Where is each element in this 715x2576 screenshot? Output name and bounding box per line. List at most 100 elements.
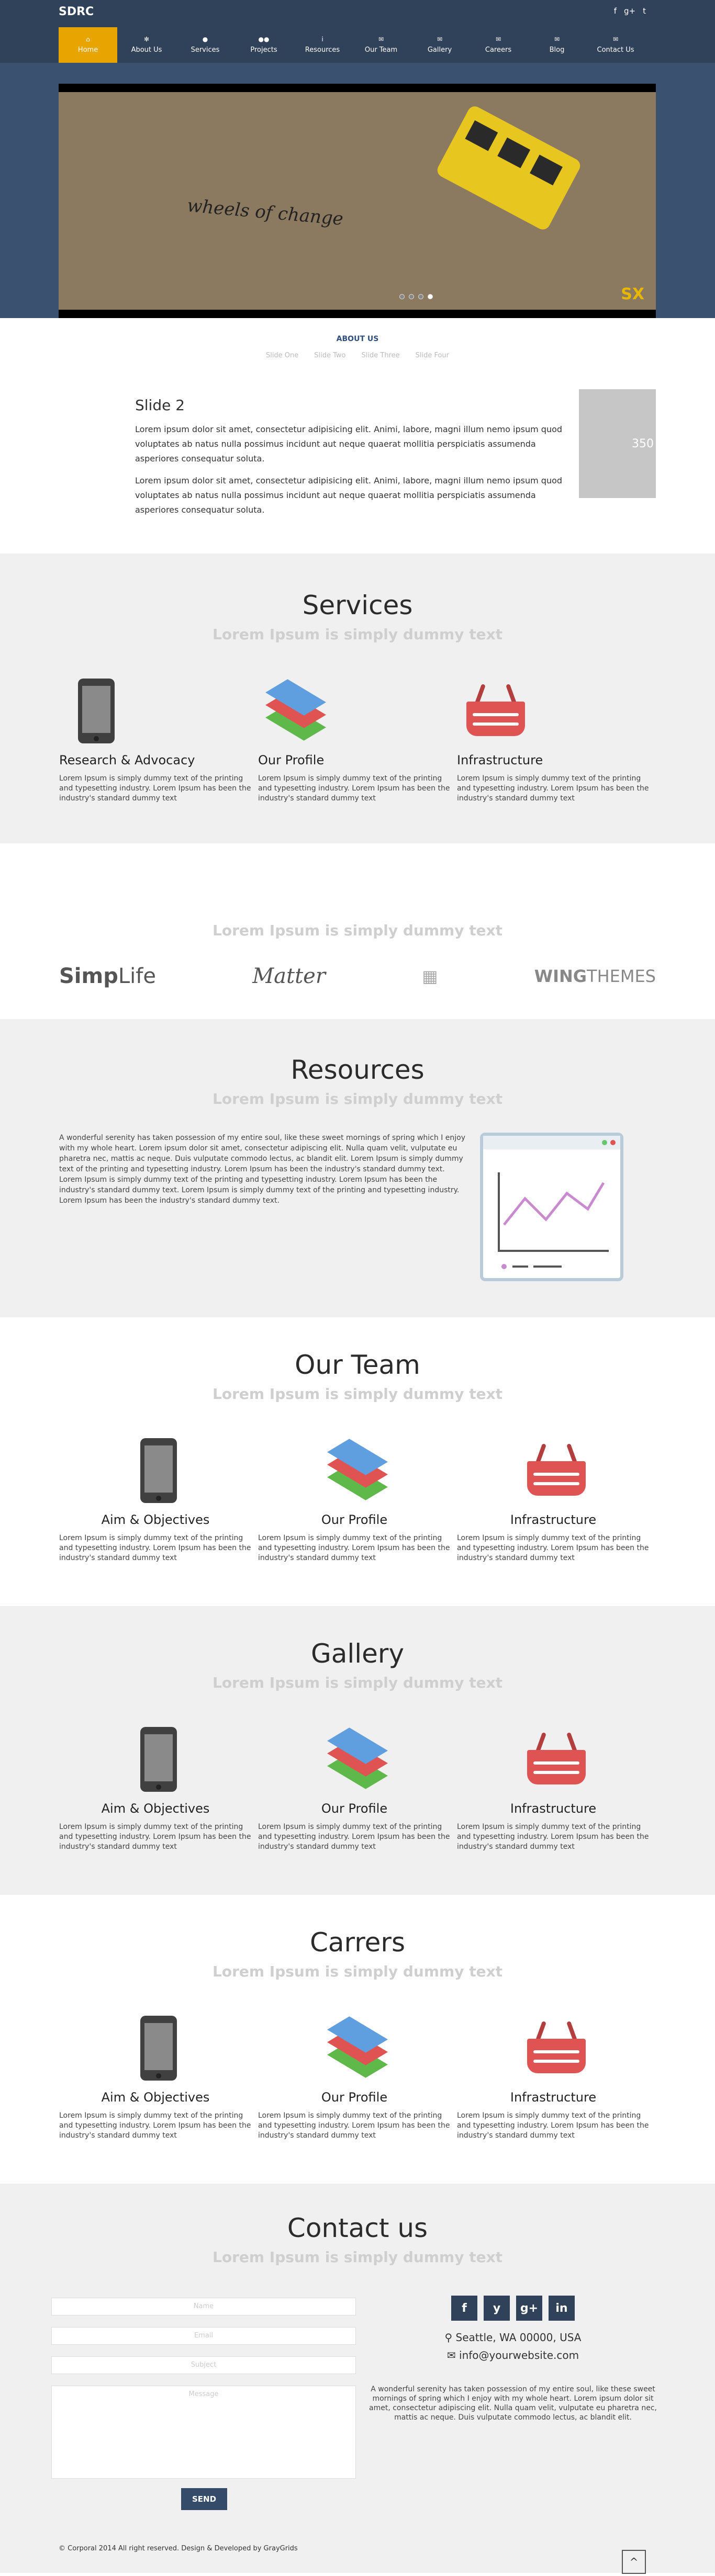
item-title: Aim & Objectives: [101, 1801, 210, 1816]
contact-text: A wonderful serenity has taken possessio…: [369, 2385, 657, 2422]
gallery-columns: Aim & Objectives Lorem Ipsum is simply d…: [59, 1723, 656, 1852]
g-logo[interactable]: ▦: [422, 966, 438, 986]
item-text: Lorem Ipsum is simply dummy text of the …: [258, 1534, 450, 1562]
item-title: Research & Advocacy: [59, 753, 195, 767]
item-text: Lorem Ipsum is simply dummy text of the …: [457, 774, 649, 803]
nav-careers[interactable]: ✉ Careers: [469, 27, 528, 63]
topbar: SDRC f g+ t ⌂ Home ✻ About Us ● Services ●●…: [0, 0, 715, 63]
team-item: Infrastructure Lorem Ipsum is simply dum…: [457, 1434, 656, 1563]
team-section: Our Team Lorem Ipsum is simply dummy tex…: [0, 1317, 715, 1606]
service-item: Infrastructure Lorem Ipsum is simply dum…: [457, 674, 656, 804]
wingthemes-logo[interactable]: WINGTHEMES: [534, 966, 656, 986]
partners-section: Lorem Ipsum is simply dummy text SimpLif…: [0, 843, 715, 1019]
header: SDRC f g+ t ⌂ Home ✻ About Us ● Services ●●…: [0, 0, 715, 318]
name-field[interactable]: Name: [51, 2298, 356, 2315]
bus-window: [530, 154, 563, 186]
tab-slide-three[interactable]: Slide Three: [362, 352, 400, 359]
section-title: Carrers: [309, 1927, 406, 1958]
email-text[interactable]: info@yourwebsite.com: [459, 2349, 579, 2362]
line-chart-icon: [483, 1136, 620, 1269]
item-title: Our Profile: [321, 1801, 388, 1816]
tab-slide-one[interactable]: Slide One: [266, 352, 298, 359]
about-section: ABOUT US Slide One Slide Two Slide Three…: [0, 318, 715, 553]
item-text: Lorem Ipsum is simply dummy text of the …: [59, 774, 251, 803]
team-columns: Aim & Objectives Lorem Ipsum is simply d…: [59, 1434, 656, 1563]
back-to-top-button[interactable]: ^: [622, 2550, 646, 2574]
section-title: Resources: [291, 1055, 424, 1085]
section-subtitle: Lorem Ipsum is simply dummy text: [212, 1385, 503, 1403]
nav-home[interactable]: ⌂ Home: [59, 27, 117, 63]
item-text: Lorem Ipsum is simply dummy text of the …: [258, 2111, 450, 2140]
bus-window: [465, 120, 498, 151]
linkedin-icon[interactable]: in: [549, 2296, 575, 2321]
item-text: Lorem Ipsum is simply dummy text of the …: [59, 2111, 251, 2140]
address-text: Seattle, WA 00000, USA: [455, 2331, 582, 2344]
message-field[interactable]: Message: [51, 2386, 356, 2479]
facebook-icon[interactable]: f: [614, 6, 617, 16]
gallery-item: Our Profile Lorem Ipsum is simply dummy …: [258, 1723, 457, 1852]
nav-resources[interactable]: i Resources: [293, 27, 352, 63]
envelope-icon: ✉: [495, 36, 501, 43]
brand-logo[interactable]: SDRC: [59, 5, 94, 18]
nav-about[interactable]: ✻ About Us: [117, 27, 176, 63]
google-plus-icon[interactable]: g+: [516, 2296, 542, 2321]
team-item: Aim & Objectives Lorem Ipsum is simply d…: [59, 1434, 258, 1563]
logo-text: Life: [118, 964, 156, 988]
gallery-item: Infrastructure Lorem Ipsum is simply dum…: [457, 1723, 656, 1852]
item-title: Infrastructure: [510, 1801, 597, 1816]
twitter-icon[interactable]: t: [643, 6, 646, 16]
nav-team[interactable]: ✉ Our Team: [352, 27, 410, 63]
resources-text: A wonderful serenity has taken possessio…: [59, 1134, 466, 1205]
nav-gallery[interactable]: ✉ Gallery: [410, 27, 469, 63]
nav-contact[interactable]: ✉ Contact Us: [586, 27, 645, 63]
slide-thumbnail: 350: [579, 389, 656, 498]
slider-dot[interactable]: [418, 294, 423, 299]
resources-section: Resources Lorem Ipsum is simply dummy te…: [0, 1019, 715, 1317]
item-text: Lorem Ipsum is simply dummy text of the …: [258, 1823, 450, 1851]
nav-services[interactable]: ● Services: [176, 27, 234, 63]
section-subtitle: Lorem Ipsum is simply dummy text: [212, 922, 503, 939]
nav-label: Our Team: [364, 46, 398, 54]
tab-slide-two[interactable]: Slide Two: [314, 352, 345, 359]
chart-illustration: [480, 1133, 623, 1281]
team-item: Our Profile Lorem Ipsum is simply dummy …: [258, 1434, 457, 1563]
send-button[interactable]: SEND: [181, 2488, 227, 2510]
section-subtitle: Lorem Ipsum is simply dummy text: [212, 1090, 503, 1108]
slider-dot[interactable]: [409, 294, 414, 299]
nav-label: About Us: [131, 46, 162, 54]
hero-slider[interactable]: wheels of change SX: [59, 84, 656, 318]
item-title: Aim & Objectives: [101, 2090, 210, 2105]
service-item: Research & Advocacy Lorem Ipsum is simpl…: [59, 674, 258, 804]
facebook-icon[interactable]: f: [451, 2296, 477, 2321]
logo-text: THEMES: [587, 966, 656, 986]
user-icon: ●: [202, 36, 208, 43]
email-field[interactable]: Email: [51, 2327, 356, 2345]
subject-field[interactable]: Subject: [51, 2356, 356, 2374]
slider-dot-active[interactable]: [428, 294, 433, 299]
careers-section: Carrers Lorem Ipsum is simply dummy text…: [0, 1895, 715, 2184]
about-paragraph: Lorem ipsum dolor sit amet, consectetur …: [135, 476, 563, 515]
nav-blog[interactable]: ✉ Blog: [528, 27, 586, 63]
item-text: Lorem Ipsum is simply dummy text of the …: [59, 1823, 251, 1851]
item-text: Lorem Ipsum is simply dummy text of the …: [457, 1823, 649, 1851]
slider-dot[interactable]: [399, 294, 405, 299]
envelope-icon: ✉: [446, 2349, 456, 2362]
bus-window: [497, 137, 531, 168]
item-title: Our Profile: [321, 1512, 388, 1527]
home-icon: ⌂: [86, 36, 90, 43]
partner-logos: SimpLife Matter ▦ WINGTHEMES: [59, 964, 656, 988]
about-content: Slide 2 Lorem ipsum dolor sit amet, cons…: [135, 397, 580, 525]
nav-projects[interactable]: ●● Projects: [234, 27, 293, 63]
basket-icon: [524, 2019, 589, 2076]
item-title: Infrastructure: [510, 1512, 597, 1527]
nav-label: Gallery: [427, 46, 452, 54]
google-plus-icon[interactable]: g+: [624, 6, 635, 16]
twitter-icon[interactable]: y: [484, 2296, 510, 2321]
simplife-logo[interactable]: SimpLife: [59, 964, 156, 988]
section-title: Services: [302, 590, 413, 620]
section-subtitle: Lorem Ipsum is simply dummy text: [212, 1963, 503, 1980]
envelope-icon: ✉: [612, 36, 619, 43]
item-title: Infrastructure: [457, 753, 543, 767]
tab-slide-four[interactable]: Slide Four: [416, 352, 449, 359]
matter-logo[interactable]: Matter: [252, 964, 326, 988]
